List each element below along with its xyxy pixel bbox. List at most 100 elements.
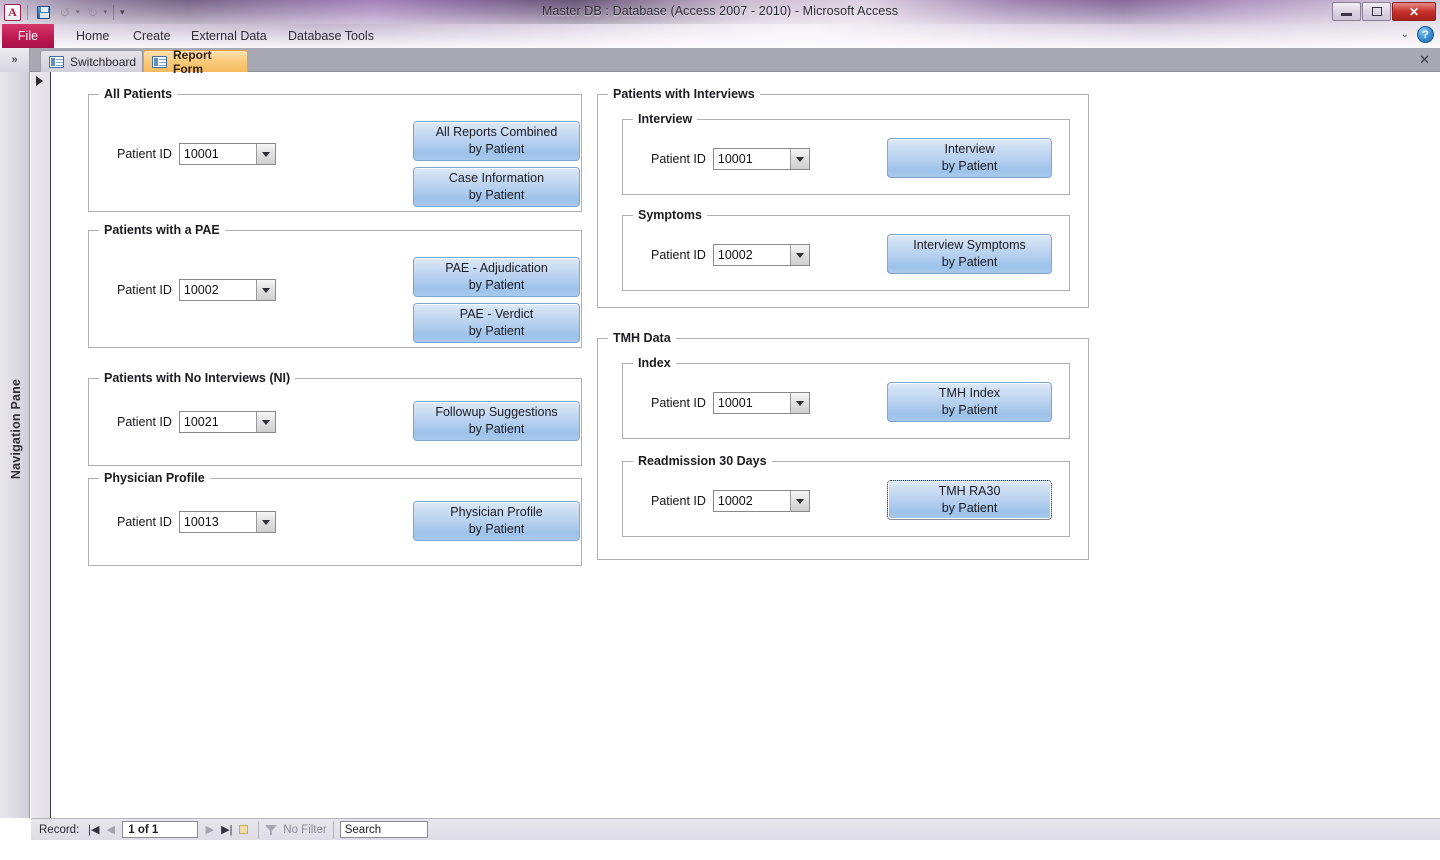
- button-interview-symptoms[interactable]: Interview Symptoms by Patient: [887, 234, 1052, 274]
- doc-tab-report-form-label: Report Form: [173, 47, 212, 76]
- tab-external-data[interactable]: External Data: [185, 24, 273, 48]
- button-line2: by Patient: [941, 255, 998, 269]
- save-button[interactable]: [34, 3, 52, 21]
- button-line2: by Patient: [468, 522, 525, 536]
- filter-icon: [265, 824, 279, 836]
- search-input[interactable]: Search: [339, 821, 428, 838]
- button-line1: PAE - Verdict: [459, 307, 534, 322]
- last-record-button[interactable]: ▶|: [218, 823, 235, 836]
- group-patients-with-no-interviews-title: Patients with No Interviews (NI): [99, 371, 296, 385]
- minimize-button[interactable]: [1332, 2, 1361, 21]
- button-pae-adjudication[interactable]: PAE - Adjudication by Patient: [413, 257, 580, 297]
- button-line2: by Patient: [468, 278, 525, 292]
- button-tmh-ra30[interactable]: TMH RA30 by Patient: [887, 480, 1052, 520]
- close-document-icon[interactable]: ✕: [1419, 52, 1430, 68]
- patient-id-combobox[interactable]: 10002: [178, 279, 276, 301]
- chevron-down-icon[interactable]: [789, 245, 809, 265]
- group-symptoms: Symptoms Patient ID 10002 Interview Symp…: [622, 208, 1070, 291]
- chevron-down-icon[interactable]: [789, 393, 809, 413]
- record-selector[interactable]: [31, 72, 51, 818]
- chevron-down-icon[interactable]: [255, 280, 275, 300]
- button-line1: Interview Symptoms: [913, 238, 1026, 253]
- ribbon-right-controls[interactable]: ⌄ ?: [1401, 26, 1434, 43]
- button-case-information[interactable]: Case Information by Patient: [413, 167, 580, 207]
- button-line1: TMH Index: [938, 386, 1001, 401]
- navigation-pane[interactable]: Navigation Pane: [0, 72, 30, 818]
- patient-id-combobox[interactable]: 10001: [712, 148, 810, 170]
- record-position-input[interactable]: 1 of 1: [122, 821, 199, 838]
- button-line1: Interview: [944, 142, 995, 157]
- patient-id-value[interactable]: 10021: [179, 412, 256, 432]
- patient-id-combobox[interactable]: 10021: [178, 411, 276, 433]
- group-tmh-data: TMH Data Index Patient ID 10001 TMH Inde…: [597, 331, 1089, 560]
- button-pae-verdict[interactable]: PAE - Verdict by Patient: [413, 303, 580, 343]
- tab-file[interactable]: File: [2, 24, 54, 48]
- patient-id-value[interactable]: 10002: [713, 491, 790, 511]
- group-patients-with-no-interviews: Patients with No Interviews (NI) Patient…: [88, 371, 582, 466]
- filter-status-label[interactable]: No Filter: [283, 824, 326, 836]
- redo-dropdown-icon[interactable]: ▾: [104, 9, 108, 16]
- chevron-down-icon[interactable]: [255, 512, 275, 532]
- tab-database-tools[interactable]: Database Tools: [282, 24, 380, 48]
- patient-id-label: Patient ID: [117, 415, 172, 429]
- doc-tab-switchboard[interactable]: Switchboard: [40, 50, 143, 72]
- patient-id-label: Patient ID: [117, 515, 172, 529]
- patient-id-row: Patient ID 10013: [117, 511, 276, 533]
- new-record-button[interactable]: [235, 825, 252, 834]
- button-line2: by Patient: [468, 188, 525, 202]
- close-button[interactable]: ✕: [1392, 2, 1436, 21]
- quick-access-toolbar[interactable]: A ↺ ▾ ↻ ▾ ▾: [4, 2, 125, 22]
- chevron-down-icon[interactable]: [789, 491, 809, 511]
- qat-separator-2: [113, 4, 115, 20]
- patient-id-combobox[interactable]: 10013: [178, 511, 276, 533]
- undo-dropdown-icon[interactable]: ▾: [76, 9, 80, 16]
- doc-tab-report-form[interactable]: Report Form: [143, 48, 248, 76]
- next-record-button[interactable]: ▶: [201, 823, 218, 836]
- record-selector-arrow-icon: [36, 76, 43, 86]
- button-followup-suggestions[interactable]: Followup Suggestions by Patient: [413, 401, 580, 441]
- window-controls[interactable]: ✕: [1332, 2, 1436, 21]
- group-patients-with-a-pae-title: Patients with a PAE: [99, 223, 225, 237]
- patient-id-value[interactable]: 10001: [713, 393, 790, 413]
- previous-record-button[interactable]: ◀: [102, 823, 119, 836]
- patient-id-value[interactable]: 10002: [179, 280, 256, 300]
- chevron-down-icon[interactable]: ⌄: [1401, 29, 1409, 40]
- button-all-reports-combined[interactable]: All Reports Combined by Patient: [413, 121, 580, 161]
- patient-id-value[interactable]: 10013: [179, 512, 256, 532]
- button-tmh-index[interactable]: TMH Index by Patient: [887, 382, 1052, 422]
- nav-pane-toggle-button[interactable]: »: [0, 48, 30, 72]
- doc-tab-switchboard-label: Switchboard: [70, 54, 137, 69]
- patient-id-row: Patient ID 10002: [651, 244, 810, 266]
- customize-qat-icon[interactable]: ▾: [120, 7, 125, 17]
- chevron-down-icon[interactable]: [255, 144, 275, 164]
- group-patients-with-interviews-title: Patients with Interviews: [608, 87, 760, 101]
- status-divider: [258, 820, 260, 839]
- button-line1: All Reports Combined: [435, 125, 558, 140]
- patient-id-value[interactable]: 10002: [713, 245, 790, 265]
- patient-id-row: Patient ID 10002: [651, 490, 810, 512]
- button-interview[interactable]: Interview by Patient: [887, 138, 1052, 178]
- button-physician-profile[interactable]: Physician Profile by Patient: [413, 501, 580, 541]
- group-symptoms-title: Symptoms: [633, 208, 707, 222]
- button-line1: Followup Suggestions: [435, 405, 558, 420]
- navigation-pane-label: Navigation Pane: [9, 378, 23, 480]
- patient-id-combobox[interactable]: 10001: [712, 392, 810, 414]
- patient-id-value[interactable]: 10001: [179, 144, 256, 164]
- record-label: Record:: [39, 823, 80, 836]
- tab-create[interactable]: Create: [127, 24, 177, 48]
- save-icon: [36, 5, 50, 19]
- patient-id-value[interactable]: 10001: [713, 149, 790, 169]
- patient-id-combobox[interactable]: 10002: [712, 244, 810, 266]
- patient-id-combobox[interactable]: 10001: [178, 143, 276, 165]
- help-icon[interactable]: ?: [1417, 26, 1434, 43]
- maximize-button[interactable]: [1362, 2, 1391, 21]
- redo-button[interactable]: ↻: [84, 3, 102, 21]
- patient-id-combobox[interactable]: 10002: [712, 490, 810, 512]
- first-record-button[interactable]: |◀: [85, 823, 102, 836]
- tab-home[interactable]: Home: [70, 24, 115, 48]
- access-logo-icon[interactable]: A: [4, 3, 21, 21]
- button-line2: by Patient: [468, 422, 525, 436]
- chevron-down-icon[interactable]: [255, 412, 275, 432]
- chevron-down-icon[interactable]: [789, 149, 809, 169]
- undo-button[interactable]: ↺: [56, 3, 74, 21]
